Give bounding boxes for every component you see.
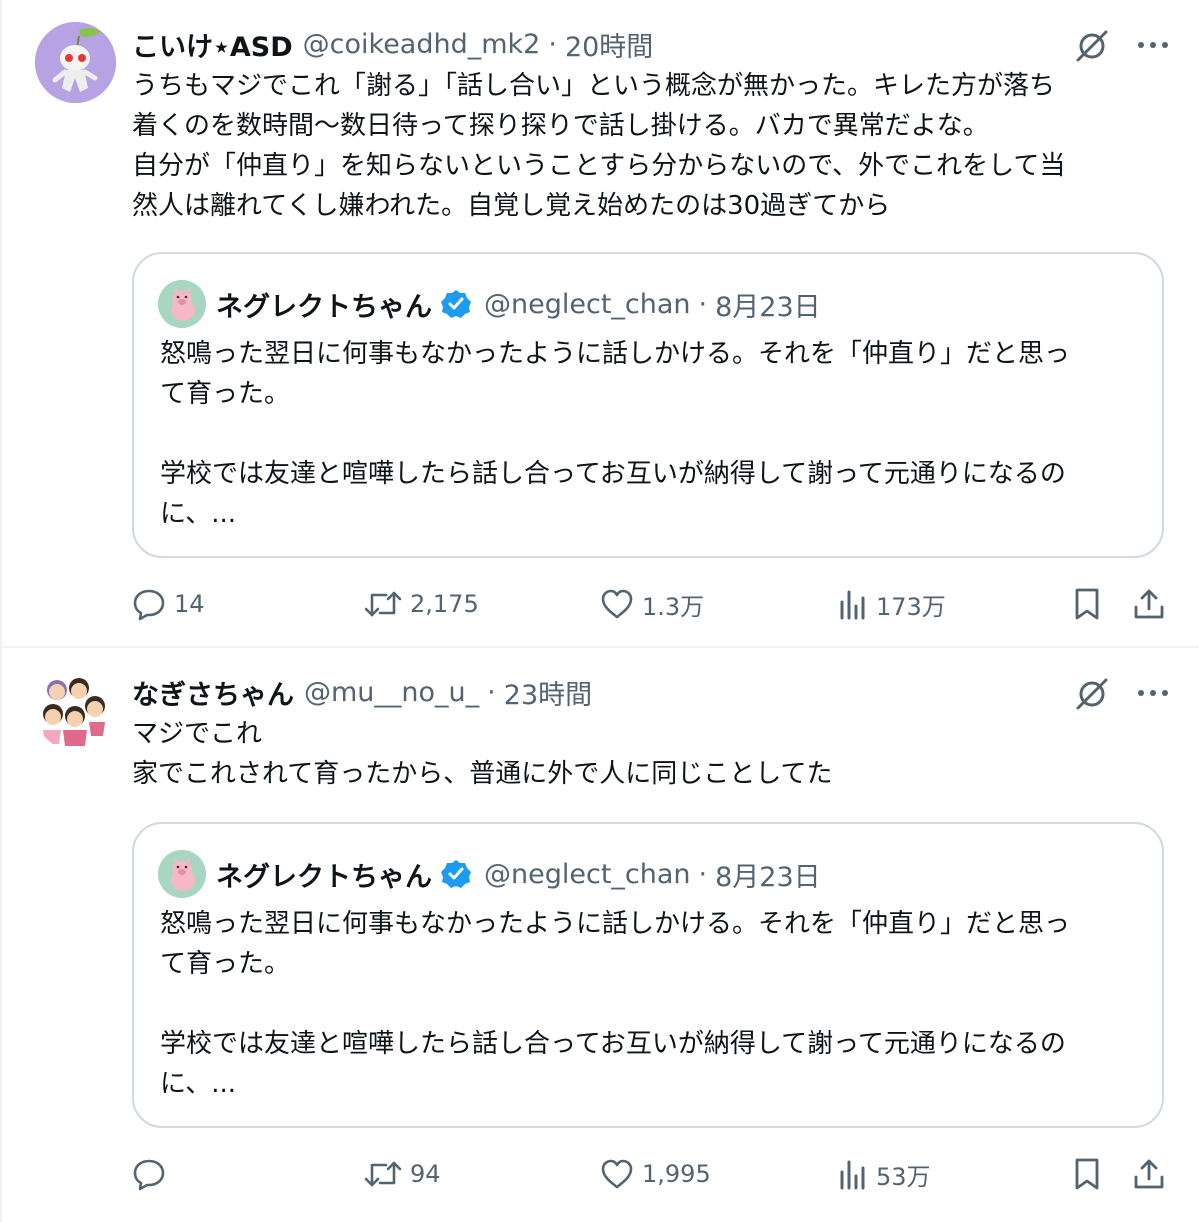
quoted-header: ネグレクトちゃん @neglect_chan · 8月23日	[216, 282, 821, 326]
tweet-text-line: 然人は離れてくし嫌われた。自覚し覚え始めたのは30過ぎてから	[132, 191, 891, 221]
separator-dot: ·	[698, 288, 708, 320]
quoted-avatar[interactable]	[158, 280, 206, 328]
quoted-text: 怒鳴った翌日に何事もなかったように話しかける。それを「仲直り」だと思っ て育った…	[160, 904, 1150, 1104]
bookmark-button[interactable]	[1072, 582, 1102, 626]
author-handle[interactable]: @coikeadhd_mk2	[303, 29, 541, 60]
tweet-text-line: 家でこれされて育ったから、普通に外で人に同じことしてた	[132, 759, 833, 789]
grok-icon[interactable]	[1073, 26, 1111, 64]
retweet-count: 2,175	[410, 590, 479, 618]
reply-icon	[133, 589, 165, 621]
tweet-top-actions	[1073, 674, 1169, 712]
more-icon[interactable]	[1137, 688, 1169, 698]
quoted-date[interactable]: 8月23日	[715, 855, 821, 894]
bookmark-icon	[1075, 1158, 1099, 1190]
author-name[interactable]: こいけ⋆ASD	[132, 25, 293, 64]
tweet-actions: 94 1,995 53万	[132, 1152, 1172, 1196]
verified-badge-icon	[441, 290, 471, 318]
share-button[interactable]	[1132, 582, 1166, 626]
retweet-icon	[364, 591, 402, 617]
like-count: 1.3万	[642, 592, 705, 621]
views-button[interactable]: 173万	[838, 582, 946, 626]
quoted-tweet[interactable]: ネグレクトちゃん @neglect_chan · 8月23日 怒鳴った翌日に何事…	[132, 822, 1164, 1128]
bookmark-icon	[1075, 588, 1099, 620]
more-icon[interactable]	[1137, 40, 1169, 50]
retweet-count: 94	[410, 1160, 441, 1188]
quoted-date[interactable]: 8月23日	[715, 285, 821, 324]
author-name[interactable]: なぎさちゃん	[132, 673, 294, 712]
group-illustration-avatar-image	[35, 670, 116, 751]
like-icon	[601, 589, 633, 619]
quoted-author-name[interactable]: ネグレクトちゃん	[216, 855, 432, 894]
like-icon	[601, 1159, 633, 1189]
quoted-text-line: に、...	[160, 1069, 237, 1099]
views-count: 173万	[876, 592, 946, 621]
views-icon	[840, 1160, 865, 1190]
tweet-actions: 14 2,175 1.3万 173万	[132, 582, 1172, 626]
like-button[interactable]: 1,995	[600, 1152, 711, 1196]
avatar[interactable]	[35, 670, 116, 751]
pig-avatar-image	[158, 280, 206, 328]
quoted-author-name[interactable]: ネグレクトちゃん	[216, 285, 432, 324]
views-count: 53万	[876, 1162, 931, 1191]
reply-count: 14	[174, 590, 205, 618]
like-count: 1,995	[642, 1160, 711, 1188]
reply-button[interactable]	[132, 1152, 174, 1196]
quoted-text-line: 怒鳴った翌日に何事もなかったように話しかける。それを「仲直り」だと思っ	[160, 339, 1071, 369]
tweet-top-actions	[1073, 26, 1169, 64]
quoted-text-line: て育った。	[160, 949, 291, 979]
views-icon	[840, 590, 865, 620]
tweet-header: こいけ⋆ASD @coikeadhd_mk2 · 20時間	[132, 24, 653, 64]
tweet-header: なぎさちゃん @mu__no_u_ · 23時間	[132, 672, 592, 712]
quoted-text-line: 怒鳴った翌日に何事もなかったように話しかける。それを「仲直り」だと思っ	[160, 909, 1071, 939]
pikmin-avatar-image	[35, 22, 116, 103]
retweet-button[interactable]: 2,175	[364, 582, 479, 626]
reply-icon	[133, 1159, 165, 1191]
views-button[interactable]: 53万	[838, 1152, 931, 1196]
quoted-text-line: て育った。	[160, 379, 291, 409]
verified-badge-icon	[441, 860, 471, 888]
quoted-text-line: に、...	[160, 499, 237, 529]
timestamp[interactable]: 23時間	[504, 673, 592, 712]
avatar[interactable]	[35, 22, 116, 103]
tweet[interactable]: こいけ⋆ASD @coikeadhd_mk2 · 20時間 うちもマジでこれ「謝…	[0, 0, 1199, 647]
quoted-text-line: 学校では友達と喧嘩したら話し合ってお互いが納得して謝って元通りになるの	[160, 459, 1066, 489]
reply-button[interactable]: 14	[132, 582, 205, 626]
tweet[interactable]: なぎさちゃん @mu__no_u_ · 23時間 マジでこれ 家でこれされて育っ…	[0, 648, 1199, 1222]
author-handle[interactable]: @mu__no_u_	[304, 677, 479, 708]
quoted-avatar[interactable]	[158, 850, 206, 898]
tweet-text: マジでこれ 家でこれされて育ったから、普通に外で人に同じことしてた	[132, 714, 1162, 794]
separator-dot: ·	[487, 676, 496, 708]
separator-dot: ·	[548, 28, 557, 60]
quoted-author-handle[interactable]: @neglect_chan	[484, 859, 691, 890]
separator-dot: ·	[698, 858, 708, 890]
pig-avatar-image	[158, 850, 206, 898]
tweet-text: うちもマジでこれ「謝る」「話し合い」という概念が無かった。キレた方が落ち 着くの…	[132, 66, 1162, 226]
tweet-text-line: マジでこれ	[132, 719, 263, 749]
quoted-text: 怒鳴った翌日に何事もなかったように話しかける。それを「仲直り」だと思っ て育った…	[160, 334, 1150, 534]
share-icon	[1134, 589, 1164, 619]
tweet-text-line: うちもマジでこれ「謝る」「話し合い」という概念が無かった。キレた方が落ち	[132, 71, 1056, 101]
retweet-button[interactable]: 94	[364, 1152, 441, 1196]
quoted-header: ネグレクトちゃん @neglect_chan · 8月23日	[216, 852, 821, 896]
grok-icon[interactable]	[1073, 674, 1111, 712]
tweet-text-line: 自分が「仲直り」を知らないということすら分からないので、外でこれをして当	[132, 151, 1066, 181]
like-button[interactable]: 1.3万	[600, 582, 704, 626]
share-button[interactable]	[1132, 1152, 1166, 1196]
bookmark-button[interactable]	[1072, 1152, 1102, 1196]
quoted-author-handle[interactable]: @neglect_chan	[484, 289, 691, 320]
quoted-tweet[interactable]: ネグレクトちゃん @neglect_chan · 8月23日 怒鳴った翌日に何事…	[132, 252, 1164, 558]
quoted-text-line: 学校では友達と喧嘩したら話し合ってお互いが納得して謝って元通りになるの	[160, 1029, 1066, 1059]
retweet-icon	[364, 1161, 402, 1187]
tweet-text-line: 着くのを数時間〜数日待って探り探りで話し掛ける。バカで異常だよな。	[132, 111, 989, 141]
timestamp[interactable]: 20時間	[565, 25, 653, 64]
share-icon	[1134, 1159, 1164, 1189]
